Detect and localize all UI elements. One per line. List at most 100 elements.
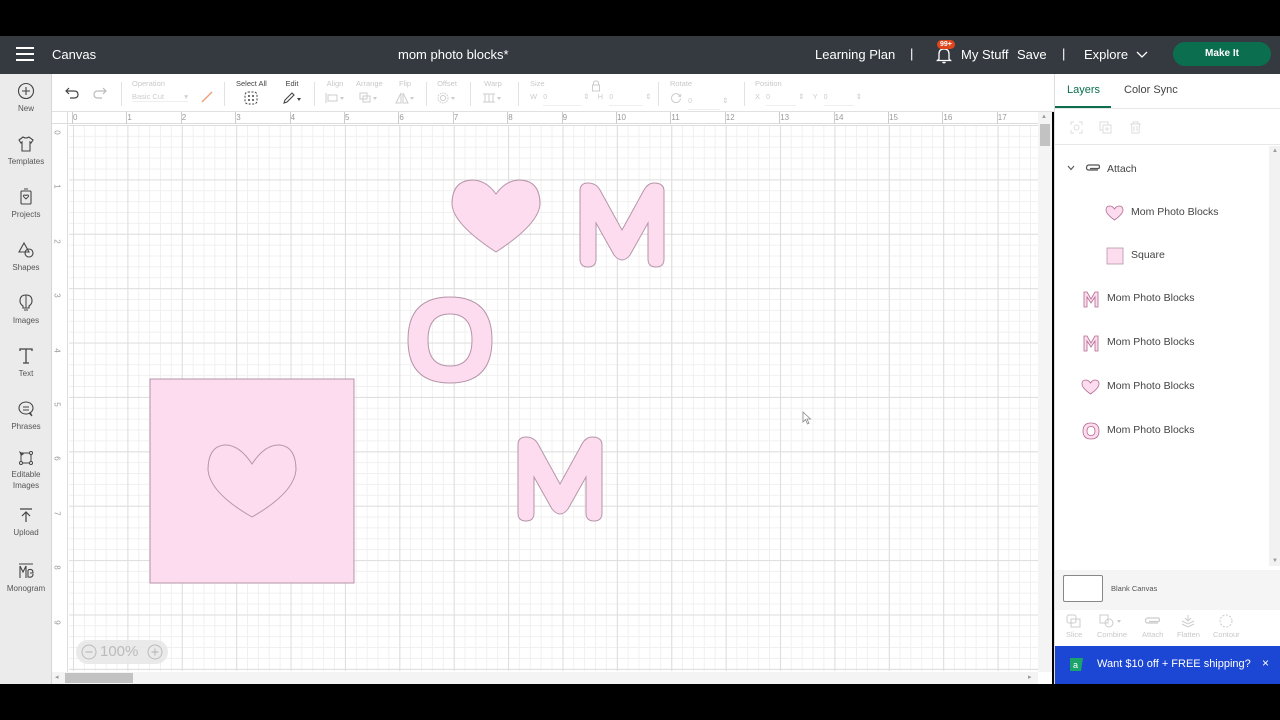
warp-button[interactable]: Warp	[482, 79, 504, 109]
scroll-right-arrow[interactable]: ▸	[1028, 673, 1032, 681]
my-stuff-link[interactable]: My Stuff	[961, 47, 1008, 62]
layer-item[interactable]: Mom Photo Blocks	[1065, 328, 1265, 358]
left-sidebar: New Templates Projects Shapes Images Tex…	[0, 74, 52, 684]
line-color-swatch[interactable]	[200, 90, 214, 104]
ruler-tick-label: 1	[127, 113, 132, 122]
select-all-icon	[244, 91, 258, 105]
tab-layers[interactable]: Layers	[1067, 84, 1100, 96]
x-stepper[interactable]: ⇕	[798, 92, 804, 101]
delete-icon[interactable]	[1129, 121, 1142, 134]
sidebar-item-editable-images[interactable]: Editable Images	[0, 448, 52, 491]
align-button[interactable]: Align	[324, 79, 346, 109]
layer-item[interactable]: Mom Photo Blocks	[1065, 416, 1265, 446]
bottom-tools: Slice Combine Attach Flatten Contour	[1055, 610, 1280, 646]
save-button[interactable]: Save	[1017, 47, 1047, 62]
flip-button[interactable]: Flip	[394, 79, 416, 109]
chevron-down-icon[interactable]	[1067, 165, 1075, 171]
document-title[interactable]: mom photo blocks*	[398, 47, 509, 62]
scroll-up-arrow[interactable]: ▲	[1272, 148, 1278, 154]
close-icon[interactable]: ×	[1262, 656, 1269, 670]
group-icon[interactable]	[1070, 121, 1083, 134]
operation-select[interactable]: Basic Cut ▾	[132, 92, 188, 102]
header-separator: |	[1062, 46, 1066, 61]
sidebar-item-projects[interactable]: Projects	[0, 188, 52, 220]
layer-item[interactable]: Square	[1065, 241, 1265, 271]
vertical-scroll-thumb[interactable]	[1040, 124, 1050, 146]
make-it-button[interactable]: Make It	[1173, 42, 1271, 66]
position-label: Position	[755, 79, 782, 88]
horizontal-scroll-thumb[interactable]	[65, 673, 133, 683]
edit-button[interactable]: Edit	[282, 79, 302, 110]
layer-label: Mom Photo Blocks	[1107, 336, 1195, 348]
ruler-tick	[996, 112, 998, 124]
height-input[interactable]: 0	[609, 94, 644, 106]
layer-item[interactable]: Mom Photo Blocks	[1065, 198, 1265, 228]
rotate-input[interactable]: 0	[688, 98, 721, 110]
ruler-tick	[235, 112, 237, 124]
sidebar-item-shapes[interactable]: Shapes	[0, 241, 52, 273]
learning-plan-link[interactable]: Learning Plan	[815, 47, 895, 62]
attach-button[interactable]: Attach	[1142, 614, 1163, 639]
zoom-control: 100%	[76, 640, 168, 664]
letter-o-shape[interactable]	[406, 295, 494, 385]
layer-item[interactable]: Mom Photo Blocks	[1065, 284, 1265, 314]
explore-menu[interactable]: Explore	[1084, 47, 1148, 62]
letter-m-icon	[1083, 335, 1099, 352]
sidebar-item-templates[interactable]: Templates	[0, 135, 52, 167]
zoom-out-icon[interactable]	[81, 644, 97, 660]
height-label: H	[597, 92, 604, 101]
flatten-button[interactable]: Flatten	[1177, 614, 1200, 639]
contour-button[interactable]: Contour	[1213, 614, 1240, 639]
heart-shape[interactable]	[450, 178, 542, 254]
scroll-left-arrow[interactable]: ◂	[55, 673, 59, 681]
redo-icon[interactable]	[93, 87, 107, 99]
letter-m-shape[interactable]	[578, 181, 666, 269]
y-input[interactable]: 0	[823, 94, 854, 106]
height-stepper[interactable]: ⇕	[645, 92, 651, 101]
design-canvas[interactable]: 0 1 2 3 4 5 6 7 8 9 10 11 12 13 14 15 16 17 0123456789	[52, 112, 1052, 684]
scroll-up-arrow[interactable]: ▲	[1041, 114, 1047, 120]
offset-button[interactable]: Offset	[436, 79, 458, 109]
x-input[interactable]: 0	[766, 94, 797, 106]
sidebar-item-new[interactable]: New	[0, 82, 52, 114]
blank-canvas-layer[interactable]: Blank Canvas	[1055, 570, 1280, 610]
speech-bubble-icon	[18, 401, 34, 417]
ruler-tick-label: 17	[997, 113, 1007, 122]
sidebar-item-phrases[interactable]: Phrases	[0, 400, 52, 432]
arrange-button[interactable]: Arrange	[356, 79, 383, 109]
layers-scrollbar[interactable]: ▲ ▼	[1269, 146, 1280, 566]
layer-item[interactable]: Mom Photo Blocks	[1065, 372, 1265, 402]
horizontal-scrollbar[interactable]: ◂ ▸	[52, 672, 1038, 684]
rotate-stepper[interactable]: ⇕	[722, 96, 728, 105]
select-all-button[interactable]: Select All	[236, 79, 267, 110]
y-stepper[interactable]: ⇕	[856, 92, 862, 101]
sidebar-item-upload[interactable]: Upload	[0, 506, 52, 538]
zoom-in-icon[interactable]	[147, 644, 163, 660]
combine-button[interactable]: Combine	[1097, 614, 1127, 639]
offset-icon	[437, 92, 455, 104]
square-shape[interactable]	[149, 378, 355, 584]
sidebar-item-text[interactable]: Text	[0, 347, 52, 379]
undo-icon[interactable]	[65, 87, 79, 99]
menu-icon[interactable]	[16, 47, 34, 63]
rotate-group: Rotate 0 ⇕	[670, 79, 740, 110]
lock-icon[interactable]	[591, 80, 601, 92]
duplicate-icon[interactable]	[1099, 121, 1112, 134]
width-stepper[interactable]: ⇕	[583, 92, 589, 101]
toolbar-divider	[744, 82, 745, 106]
sidebar-item-monogram[interactable]: Monogram	[0, 562, 52, 594]
letter-m-shape[interactable]	[516, 435, 604, 523]
layer-group-attach[interactable]: Attach	[1065, 155, 1265, 185]
canvas-swatch[interactable]	[1063, 575, 1103, 602]
sidebar-label: Templates	[7, 157, 45, 166]
sidebar-item-images[interactable]: Images	[0, 294, 52, 326]
heart-icon	[1105, 205, 1124, 221]
promo-banner[interactable]: a Want $10 off + FREE shipping? ×	[1055, 646, 1280, 684]
chevron-down-icon	[1136, 51, 1148, 58]
width-input[interactable]: 0	[543, 94, 582, 106]
tab-color-sync[interactable]: Color Sync	[1124, 84, 1178, 96]
letter-m-icon	[1083, 291, 1099, 308]
slice-button[interactable]: Slice	[1066, 614, 1082, 639]
vertical-scrollbar[interactable]: ▲	[1038, 112, 1052, 672]
scroll-down-arrow[interactable]: ▼	[1272, 558, 1278, 564]
